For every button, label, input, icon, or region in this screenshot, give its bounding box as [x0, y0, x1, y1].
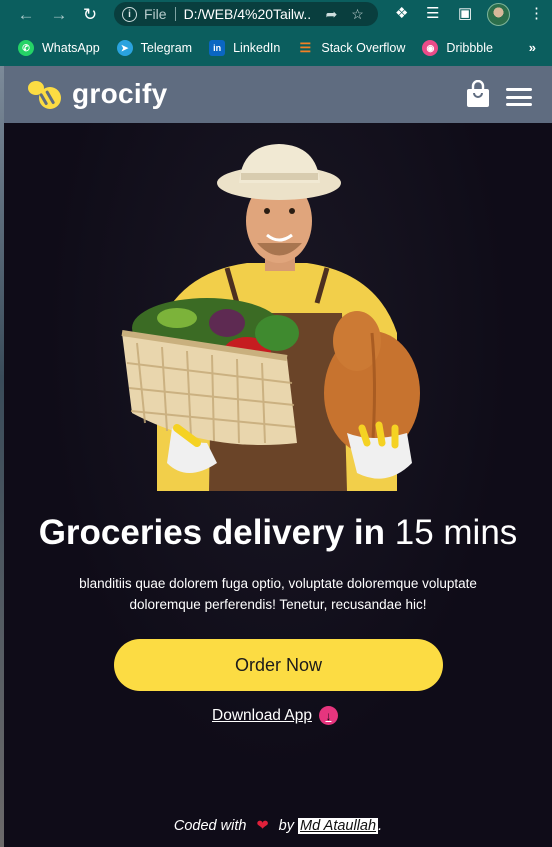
site-header: grocify [4, 66, 552, 123]
share-icon[interactable]: ➦ [326, 6, 338, 23]
footer-middle: by [278, 818, 294, 834]
scheme-label: File [144, 6, 167, 22]
author-link[interactable]: Md Ataullah [298, 818, 379, 834]
more-bookmarks-button[interactable]: » [529, 40, 536, 55]
bookmark-telegram[interactable]: ➤ Telegram [116, 40, 193, 56]
media-control-icon[interactable]: ☰ [426, 4, 439, 22]
bookmark-label: WhatsApp [42, 41, 100, 55]
telegram-icon: ➤ [116, 40, 133, 56]
browser-menu-icon[interactable]: ⋮ [529, 4, 544, 22]
hero-description: blanditiis quae dolorem fuga optio, volu… [79, 576, 477, 612]
profile-avatar[interactable] [487, 3, 510, 26]
order-now-button[interactable]: Order Now [114, 639, 443, 691]
download-app-link[interactable]: Download App ↓ [212, 706, 338, 725]
shopping-bag-icon[interactable] [466, 80, 490, 108]
forward-icon[interactable]: → [46, 2, 72, 28]
footer-suffix: . [378, 818, 383, 834]
headline-light: 15 mins [394, 513, 518, 552]
footer-credit: Coded with ❤ by Md Ataullah. [4, 818, 552, 834]
browser-toolbar: ← → ↻ i File D:/WEB/4%20Tailw... ➦ ☆ ❖ ☰… [0, 0, 552, 30]
bookmark-label: Telegram [140, 41, 193, 55]
bookmark-linkedin[interactable]: in LinkedIn [209, 40, 280, 56]
bookmark-whatsapp[interactable]: ✆ WhatsApp [18, 40, 100, 56]
extensions-puzzle-icon[interactable]: ❖ [395, 4, 408, 22]
url-text[interactable]: D:/WEB/4%20Tailw... [184, 6, 312, 22]
dribbble-icon: ◉ [422, 40, 439, 56]
address-bar[interactable]: i File D:/WEB/4%20Tailw... ➦ ☆ [114, 2, 378, 26]
side-panel-icon[interactable]: ▣ [458, 4, 472, 22]
whatsapp-icon: ✆ [18, 40, 34, 56]
bookmark-star-icon[interactable]: ☆ [351, 6, 364, 23]
bookmark-label: Stack Overflow [321, 41, 406, 55]
omnibox-divider [174, 7, 176, 21]
reload-icon[interactable]: ↻ [77, 2, 103, 28]
brand-name[interactable]: grocify [72, 78, 167, 110]
arrow-down-circle-icon: ↓ [318, 706, 338, 725]
stackoverflow-icon: ☰ [299, 40, 312, 55]
site-info-icon[interactable]: i [122, 6, 137, 22]
hero-section: Groceries delivery in 15 mins blanditiis… [4, 123, 552, 847]
hamburger-menu-icon[interactable] [506, 88, 532, 106]
linkedin-icon: in [209, 40, 226, 56]
back-icon[interactable]: ← [13, 2, 39, 28]
hero-image-grocer [121, 144, 420, 491]
headline-bold: Groceries delivery in [38, 513, 385, 552]
bookmark-label: Dribbble [446, 41, 493, 55]
bookmark-dribbble[interactable]: ◉ Dribbble [422, 40, 493, 56]
hero-headline: Groceries delivery in 15 mins [4, 513, 552, 553]
bee-logo-icon[interactable] [27, 79, 63, 111]
bookmarks-bar: ✆ WhatsApp ➤ Telegram in LinkedIn ☰ Stac… [0, 30, 552, 66]
bookmark-label: LinkedIn [233, 41, 281, 55]
footer-prefix: Coded with [173, 818, 247, 834]
heart-icon: ❤ [256, 818, 269, 834]
bookmark-stackoverflow[interactable]: ☰ Stack Overflow [297, 40, 406, 56]
download-app-label: Download App [212, 706, 312, 724]
